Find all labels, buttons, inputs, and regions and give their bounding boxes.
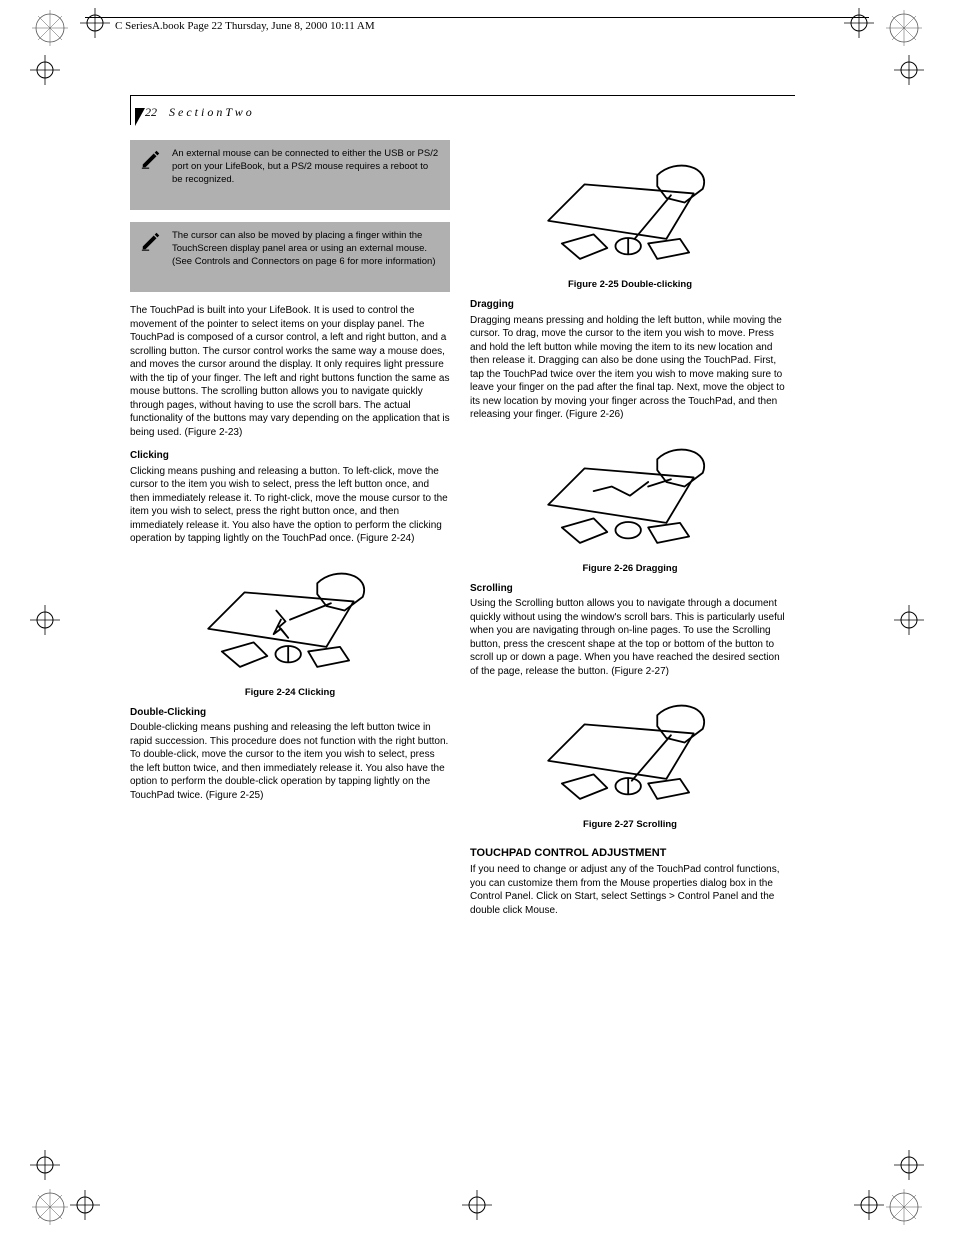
figure-2-27-caption: Figure 2-27 Scrolling: [470, 819, 790, 832]
page-corner-rule: [130, 95, 131, 125]
pencil-icon: [140, 148, 162, 170]
scrolling-heading: Scrolling: [470, 582, 790, 596]
figure-2-24-caption: Figure 2-24 Clicking: [130, 687, 450, 700]
figure-2-25: [470, 148, 790, 275]
page-number: 22 S e c t i o n T w o: [145, 105, 252, 120]
figure-2-25-caption: Figure 2-25 Double-clicking: [470, 279, 790, 292]
page-corner-icon: [135, 108, 145, 126]
right-column: Figure 2-25 Double-clicking Dragging Dra…: [470, 140, 790, 927]
dragging-text: Dragging means pressing and holding the …: [470, 314, 790, 422]
figure-2-26-caption: Figure 2-26 Dragging: [470, 563, 790, 576]
registration-cross-icon: [894, 55, 924, 85]
content-area: An external mouse can be connected to ei…: [130, 140, 795, 927]
touchpad-dragging-illustration: [530, 432, 730, 559]
note-text-2: The cursor can also be moved by placing …: [172, 230, 440, 268]
registration-cross-icon: [70, 1190, 100, 1220]
clicking-text: Clicking means pushing and releasing a b…: [130, 465, 450, 546]
touchpad-intro: The TouchPad is built into your LifeBook…: [130, 304, 450, 439]
registration-cross-icon: [894, 605, 924, 635]
registration-cross-icon: [854, 1190, 884, 1220]
scrolling-text: Using the Scrolling button allows you to…: [470, 597, 790, 678]
crop-mark-icon: [30, 1187, 70, 1227]
figure-2-24: [130, 556, 450, 683]
note-box-2: The cursor can also be moved by placing …: [130, 222, 450, 292]
double-clicking-text: Double-clicking means pushing and releas…: [130, 721, 450, 802]
registration-cross-icon: [30, 1150, 60, 1180]
crop-mark-icon: [884, 1187, 924, 1227]
note-box-1: An external mouse can be connected to ei…: [130, 140, 450, 210]
touchpad-scrolling-illustration: [530, 688, 730, 815]
figure-2-26: [470, 432, 790, 559]
registration-cross-icon: [30, 605, 60, 635]
touchpad-control-text: If you need to change or adjust any of t…: [470, 863, 790, 917]
registration-cross-icon: [30, 55, 60, 85]
page-top-rule: [130, 95, 795, 96]
registration-cross-icon: [894, 1150, 924, 1180]
registration-cross-icon: [844, 8, 874, 38]
registration-cross-icon: [80, 8, 110, 38]
clicking-heading: Clicking: [130, 449, 450, 463]
double-clicking-heading: Double-Clicking: [130, 706, 450, 720]
crop-mark-icon: [30, 8, 70, 48]
registration-cross-icon: [462, 1190, 492, 1220]
touchpad-control-heading: TOUCHPAD CONTROL ADJUSTMENT: [470, 846, 790, 861]
figure-2-27: [470, 688, 790, 815]
dragging-heading: Dragging: [470, 298, 790, 312]
header-rule: [85, 17, 869, 18]
running-header: C SeriesA.book Page 22 Thursday, June 8,…: [115, 20, 375, 32]
left-column: An external mouse can be connected to ei…: [130, 140, 450, 927]
touchpad-clicking-illustration: [190, 556, 390, 683]
section-label: S e c t i o n T w o: [169, 105, 252, 119]
pencil-icon: [140, 230, 162, 252]
crop-mark-icon: [884, 8, 924, 48]
note-text-1: An external mouse can be connected to ei…: [172, 148, 440, 186]
page-number-value: 22: [145, 105, 157, 119]
touchpad-doubleclick-illustration: [530, 148, 730, 275]
